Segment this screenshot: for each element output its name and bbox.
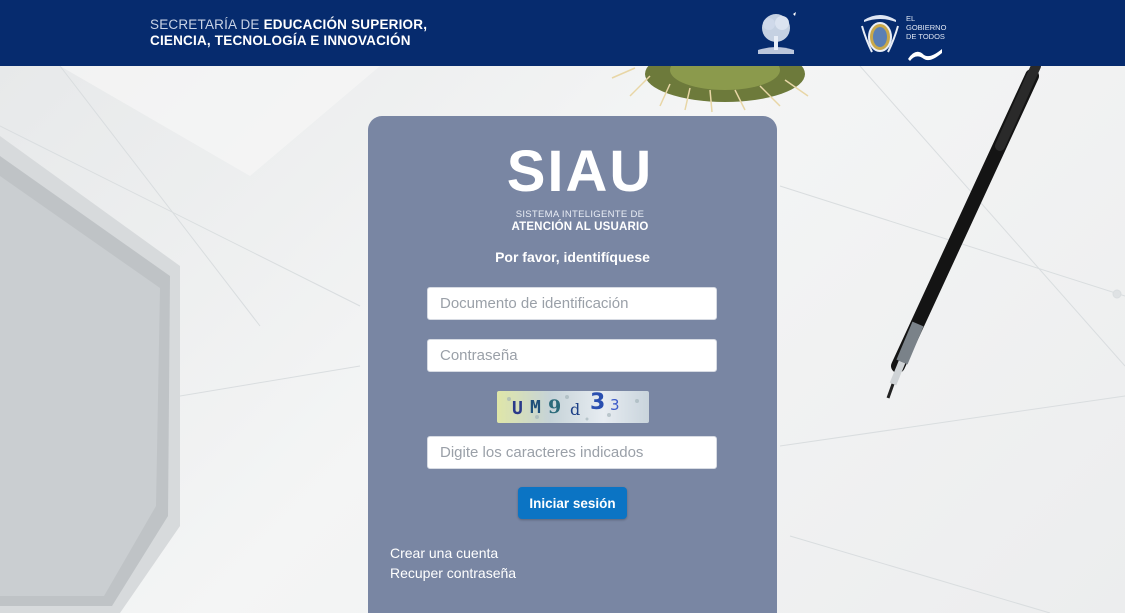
siau-logo: SIAU [506,139,654,204]
svg-text:3: 3 [610,396,620,414]
government-label: EL GOBIERNO DE TODOS [906,14,947,41]
secretaria-brand-line1: SECRETARÍA DE EDUCACIÓN SUPERIOR, [150,17,428,32]
document-id-input[interactable] [427,287,717,320]
password-input[interactable] [427,339,717,372]
siau-logo-subtitle-1: SISTEMA INTELIGENTE DE [515,209,645,220]
tree-logo-icon [758,12,796,54]
coat-of-arms-icon [861,15,899,53]
captcha-image: U M 9 d 3 3 [497,391,649,423]
secretaria-brand-line2: CIENCIA, TECNOLOGÍA E INNOVACIÓN [150,33,411,48]
create-account-link[interactable]: Crear una cuenta [390,545,498,561]
wave-logo-icon [908,49,942,61]
top-header-bar: SECRETARÍA DE EDUCACIÓN SUPERIOR, CIENCI… [0,0,1125,66]
svg-text:3: 3 [590,391,605,415]
identify-prompt: Por favor, identifíquese [495,249,650,265]
svg-text:9: 9 [548,396,561,418]
login-button[interactable]: Iniciar sesión [518,487,627,519]
siau-logo-subtitle-2: ATENCIÓN AL USUARIO [511,221,649,233]
svg-text:M: M [530,397,541,418]
recover-password-link[interactable]: Recuper contraseña [390,565,516,581]
svg-text:d: d [570,400,580,419]
svg-text:U: U [512,398,523,419]
captcha-input[interactable] [427,436,717,469]
